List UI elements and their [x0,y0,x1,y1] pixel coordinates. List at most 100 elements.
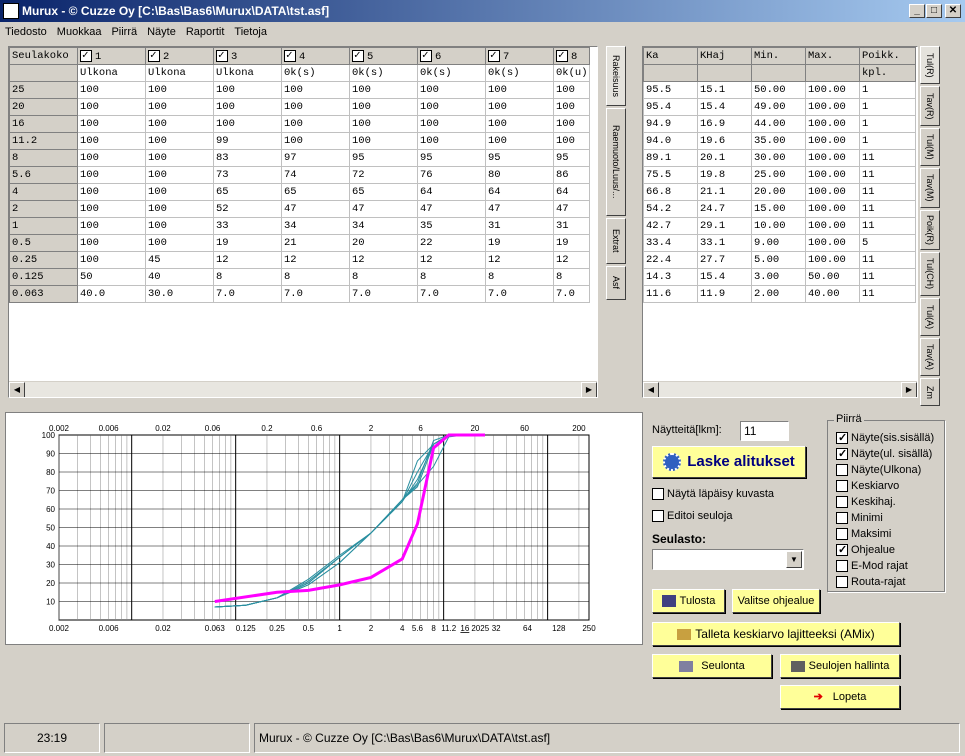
sample-status[interactable]: 0k(s) [349,64,418,82]
passing-cell[interactable]: 22 [417,234,486,252]
sample-column-header[interactable]: 1 [77,47,146,65]
stats-cell[interactable]: 15.4 [697,268,752,286]
passing-cell[interactable]: 7.0 [485,285,554,303]
tab-rakeisuus[interactable]: Rakeisuus [606,46,626,106]
passing-cell[interactable]: 100 [145,115,214,133]
stats-cell[interactable]: 27.7 [697,251,752,269]
scroll-right-icon[interactable]: ▶ [581,382,597,397]
stats-cell[interactable]: 2.00 [751,285,806,303]
stats-cell[interactable]: 11 [859,217,916,235]
stats-cell[interactable]: 11 [859,285,916,303]
stats-cell[interactable]: 11 [859,251,916,269]
passing-cell[interactable]: 100 [553,132,590,150]
sample-count-input[interactable]: 11 [740,421,789,441]
stats-cell[interactable]: 94.0 [643,132,698,150]
stats-cell[interactable]: 1 [859,115,916,133]
stats-cell[interactable]: 100.00 [805,217,860,235]
draw-option[interactable]: Ohjealue [836,542,895,558]
sample-checkbox[interactable] [216,49,228,62]
sample-status[interactable]: 0k(s) [281,64,350,82]
passing-cell[interactable]: 12 [213,251,282,269]
sample-column-header[interactable]: 4 [281,47,350,65]
stats-hscroll[interactable]: ◀ ▶ [643,381,917,397]
draw-option-checkbox[interactable] [836,560,848,573]
sample-column-header[interactable]: 3 [213,47,282,65]
passing-cell[interactable]: 12 [417,251,486,269]
passing-cell[interactable]: 100 [553,115,590,133]
passing-cell[interactable]: 97 [281,149,350,167]
stats-cell[interactable]: 15.4 [697,98,752,116]
passing-cell[interactable]: 21 [281,234,350,252]
stats-cell[interactable]: 14.3 [643,268,698,286]
close-button[interactable]: ✕ [945,4,961,18]
stats-cell[interactable]: 100.00 [805,166,860,184]
passing-cell[interactable]: 100 [145,166,214,184]
stats-cell[interactable]: 54.2 [643,200,698,218]
passing-cell[interactable]: 100 [553,81,590,99]
stats-cell[interactable]: 50.00 [805,268,860,286]
passing-cell[interactable]: 45 [145,251,214,269]
calc-button[interactable]: Laske alitukset [652,446,806,478]
tab-tav-m[interactable]: Tav(M) [920,168,940,208]
passing-cell[interactable]: 65 [213,183,282,201]
passing-cell[interactable]: 100 [553,98,590,116]
stats-cell[interactable]: 22.4 [643,251,698,269]
stats-cell[interactable]: 100.00 [805,234,860,252]
draw-option-checkbox[interactable] [836,542,848,558]
chevron-down-icon[interactable]: ▼ [786,551,802,568]
stats-cell[interactable]: 30.00 [751,149,806,167]
passing-cell[interactable]: 40.0 [77,285,146,303]
passing-cell[interactable]: 100 [417,132,486,150]
stats-cell[interactable]: 29.1 [697,217,752,235]
passing-cell[interactable]: 8 [553,268,590,286]
stats-cell[interactable]: 20.1 [697,149,752,167]
passing-cell[interactable]: 100 [77,183,146,201]
passing-cell[interactable]: 80 [485,166,554,184]
passing-cell[interactable]: 34 [281,217,350,235]
passing-cell[interactable]: 100 [349,115,418,133]
stats-cell[interactable]: 5.00 [751,251,806,269]
save-average-button[interactable]: Talleta keskiarvo lajitteeksi (AMix) [652,622,900,646]
tab-tul-a[interactable]: Tul(A) [920,298,940,336]
stats-cell[interactable]: 89.1 [643,149,698,167]
stats-cell[interactable]: 75.5 [643,166,698,184]
draw-option-checkbox[interactable] [836,430,848,446]
sample-status[interactable]: 0k(s) [485,64,554,82]
passing-cell[interactable]: 8 [281,268,350,286]
passing-cell[interactable]: 100 [485,132,554,150]
passing-cell[interactable]: 100 [213,98,282,116]
passing-cell[interactable]: 12 [485,251,554,269]
menu-tietoja[interactable]: Tietoja [229,22,272,42]
passing-cell[interactable]: 19 [553,234,590,252]
draw-option-checkbox[interactable] [836,446,848,462]
passing-cell[interactable]: 100 [145,98,214,116]
passing-cell[interactable]: 31 [485,217,554,235]
menu-piirra[interactable]: Piirrä [106,22,142,42]
maximize-button[interactable]: □ [926,4,942,18]
tab-tul-r[interactable]: Tul(R) [920,46,940,84]
stats-cell[interactable]: 1 [859,132,916,150]
tab-tav-r[interactable]: Tav(R) [920,86,940,126]
passing-cell[interactable]: 100 [349,81,418,99]
stats-cell[interactable]: 49.00 [751,98,806,116]
tab-tul-m[interactable]: Tul(M) [920,128,940,166]
stats-cell[interactable]: 24.7 [697,200,752,218]
show-pass-row[interactable]: Näytä läpäisy kuvasta [652,488,774,501]
passing-cell[interactable]: 100 [145,183,214,201]
passing-cell[interactable]: 100 [77,98,146,116]
passing-cell[interactable]: 100 [145,234,214,252]
menu-muokkaa[interactable]: Muokkaa [52,22,107,42]
sample-status[interactable]: 0k(u) [553,64,590,82]
passing-cell[interactable]: 100 [417,81,486,99]
show-pass-checkbox[interactable] [652,488,664,501]
minimize-button[interactable]: _ [909,4,925,18]
passing-cell[interactable]: 47 [417,200,486,218]
stats-cell[interactable]: 3.00 [751,268,806,286]
stats-cell[interactable]: 5 [859,234,916,252]
passing-cell[interactable]: 12 [281,251,350,269]
seulasto-select[interactable]: ▼ [652,549,804,570]
stats-cell[interactable]: 11 [859,149,916,167]
passing-cell[interactable]: 95 [349,149,418,167]
passing-cell[interactable]: 74 [281,166,350,184]
sample-checkbox[interactable] [352,49,364,62]
